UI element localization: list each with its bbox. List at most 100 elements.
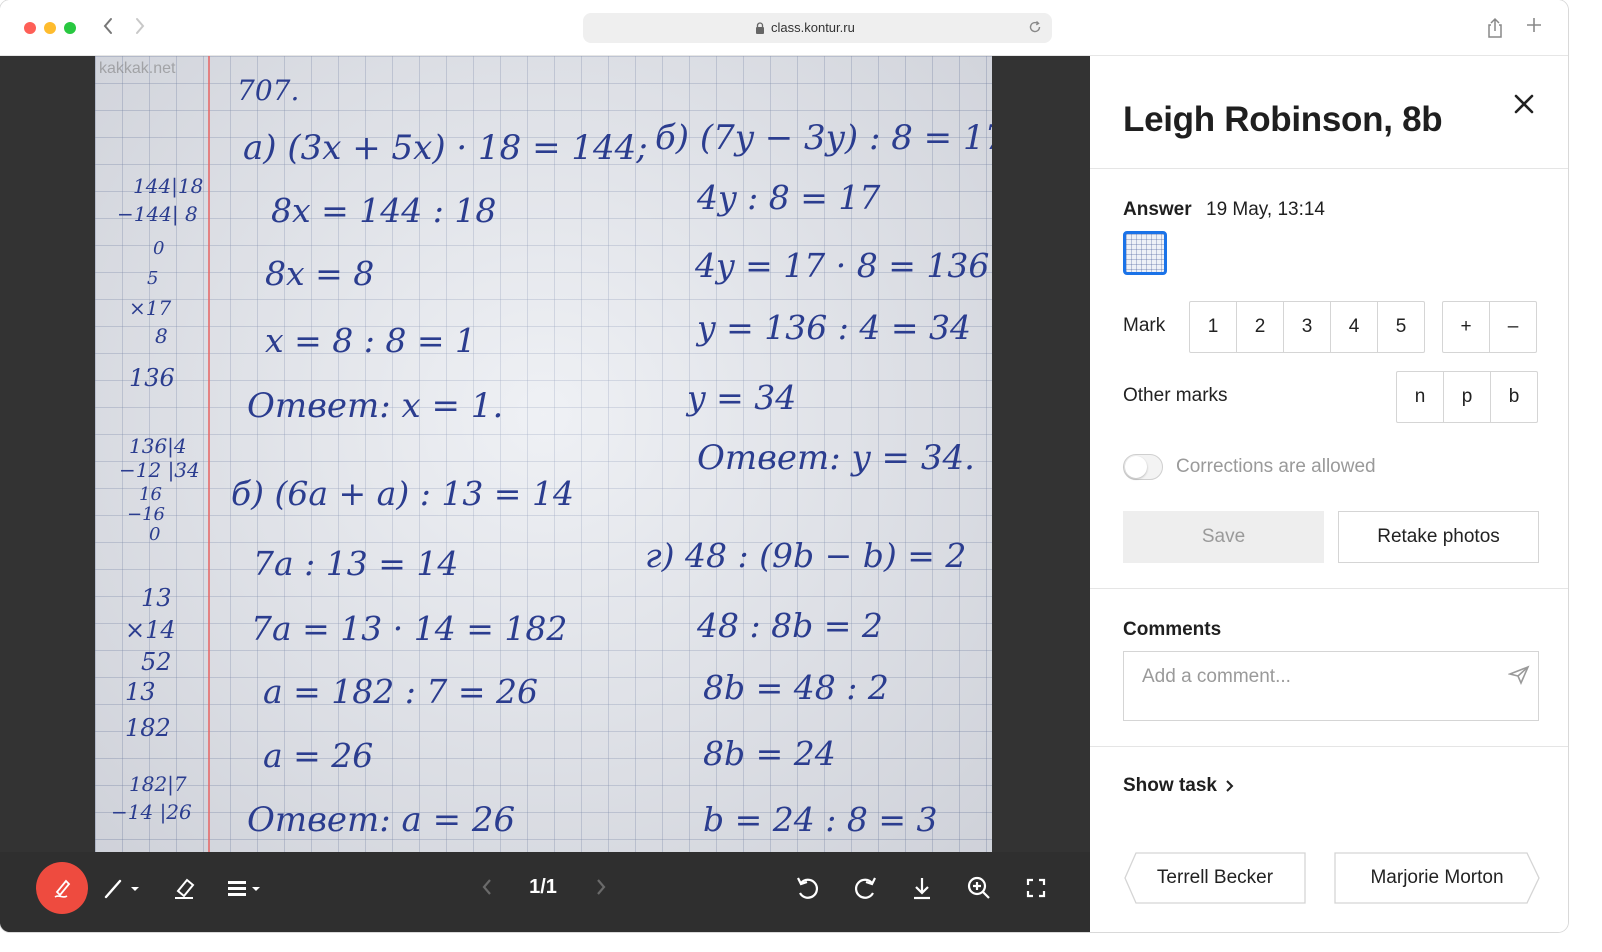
comment-input[interactable] bbox=[1123, 651, 1539, 721]
share-icon[interactable] bbox=[1484, 16, 1506, 40]
handwritten-line: ×17 bbox=[129, 296, 172, 320]
other-mark-n-button[interactable]: n bbox=[1396, 371, 1444, 423]
plus-button[interactable]: + bbox=[1442, 301, 1490, 353]
handwritten-line: −14 |26 bbox=[111, 800, 192, 824]
handwritten-line: −12 |34 bbox=[119, 458, 200, 482]
viewer-toolbar: 1/1 bbox=[0, 852, 1090, 932]
rotate-left-button[interactable] bbox=[790, 870, 826, 906]
show-task-label: Show task bbox=[1123, 775, 1217, 796]
handwritten-line: a) (3x + 5x) · 18 = 144; bbox=[243, 128, 648, 168]
handwritten-line: y = 136 : 4 = 34 bbox=[697, 308, 971, 347]
handwritten-line: 13 bbox=[125, 678, 156, 706]
show-task-link[interactable]: Show task bbox=[1123, 775, 1235, 797]
eraser-tool-button[interactable] bbox=[166, 870, 202, 906]
download-icon bbox=[914, 878, 930, 900]
grading-panel: Leigh Robinson, 8b Answer 19 May, 13:14 … bbox=[1090, 56, 1568, 932]
handwritten-line: 5 bbox=[147, 268, 159, 289]
other-mark-buttons: n p b bbox=[1396, 371, 1538, 423]
prev-student-name: Terrell Becker bbox=[1156, 867, 1274, 888]
close-panel-button[interactable] bbox=[1510, 90, 1538, 118]
mark-buttons: 1 2 3 4 5 bbox=[1189, 301, 1425, 353]
next-page-button[interactable] bbox=[588, 872, 614, 902]
answer-label: Answer bbox=[1123, 199, 1192, 220]
handwritten-line: 8b = 24 bbox=[703, 734, 836, 773]
back-arrow-icon[interactable] bbox=[98, 16, 118, 40]
eraser-icon bbox=[175, 878, 195, 899]
minus-button[interactable]: – bbox=[1489, 301, 1537, 353]
handwritten-line: −16 bbox=[127, 504, 165, 525]
address-bar[interactable]: class.kontur.ru bbox=[583, 13, 1052, 43]
line-tool-button[interactable] bbox=[100, 870, 146, 906]
handwritten-line: 8x = 144 : 18 bbox=[271, 191, 497, 230]
handwritten-line: Ответ: x = 1. bbox=[247, 386, 504, 426]
answer-date: 19 May, 13:14 bbox=[1206, 199, 1326, 220]
next-student-button[interactable]: Marjorie Morton bbox=[1334, 852, 1540, 904]
comments-title: Comments bbox=[1123, 619, 1222, 640]
handwritten-line: 8x = 8 bbox=[265, 254, 375, 293]
mark-button-2[interactable]: 2 bbox=[1236, 301, 1284, 353]
close-window-button[interactable] bbox=[24, 22, 36, 34]
handwritten-line: 8 bbox=[155, 324, 168, 348]
zoom-in-icon bbox=[967, 876, 990, 899]
fullscreen-icon bbox=[1026, 878, 1046, 898]
chevron-right-icon bbox=[597, 879, 606, 895]
rotate-right-button[interactable] bbox=[847, 870, 883, 906]
handwritten-line: y = 34 bbox=[687, 378, 797, 417]
browser-toolbar: class.kontur.ru bbox=[0, 0, 1568, 56]
handwritten-line: 136 bbox=[129, 364, 175, 392]
close-icon bbox=[1514, 94, 1534, 114]
pen-tool-button[interactable] bbox=[36, 862, 88, 914]
reload-icon[interactable] bbox=[1026, 18, 1044, 36]
prev-page-button[interactable] bbox=[474, 872, 500, 902]
answer-photo-thumbnail[interactable] bbox=[1123, 231, 1167, 275]
zoom-in-button[interactable] bbox=[961, 870, 997, 906]
handwritten-line: б) (6a + a) : 13 = 14 bbox=[231, 474, 574, 513]
handwritten-line: −144| 8 bbox=[117, 202, 198, 226]
send-icon[interactable] bbox=[1508, 665, 1530, 685]
handwritten-line: 8b = 48 : 2 bbox=[703, 668, 889, 707]
handwritten-line: 182 bbox=[125, 714, 171, 742]
mark-button-5[interactable]: 5 bbox=[1377, 301, 1425, 353]
page-indicator: 1/1 bbox=[529, 875, 557, 898]
handwritten-line: x = 8 : 8 = 1 bbox=[265, 321, 476, 360]
line-width-button[interactable] bbox=[222, 870, 268, 906]
handwritten-line: ×14 bbox=[125, 616, 176, 644]
forward-arrow-icon[interactable] bbox=[130, 16, 150, 40]
handwritten-line: 13 bbox=[141, 584, 172, 612]
other-marks-label: Other marks bbox=[1123, 385, 1228, 406]
mark-modifier-buttons: + – bbox=[1442, 301, 1537, 353]
handwritten-line: б) (7y − 3y) : 8 = 17 bbox=[655, 118, 992, 158]
browser-window: class.kontur.ru kakkak.net 707. a) (3x + … bbox=[0, 0, 1568, 932]
handwritten-line: 7a : 13 = 14 bbox=[253, 544, 459, 583]
handwritten-line: 4y : 8 = 17 bbox=[697, 178, 881, 217]
minimize-window-button[interactable] bbox=[44, 22, 56, 34]
retake-photos-button[interactable]: Retake photos bbox=[1338, 511, 1539, 563]
handwritten-line: 52 bbox=[141, 648, 172, 676]
homework-photo[interactable]: kakkak.net 707. a) (3x + 5x) · 18 = 144; 8… bbox=[95, 56, 992, 852]
new-tab-icon[interactable] bbox=[1522, 16, 1546, 40]
corrections-toggle[interactable] bbox=[1123, 454, 1163, 480]
handwritten-line: Ответ: a = 26 bbox=[247, 800, 516, 840]
mark-button-4[interactable]: 4 bbox=[1330, 301, 1378, 353]
fullscreen-button[interactable] bbox=[1018, 870, 1054, 906]
lock-icon bbox=[756, 22, 764, 34]
prev-student-button[interactable]: Terrell Becker bbox=[1124, 852, 1306, 904]
corrections-label: Corrections are allowed bbox=[1176, 456, 1376, 477]
url-text: class.kontur.ru bbox=[771, 20, 855, 35]
chevron-left-icon bbox=[482, 879, 491, 895]
handwritten-line: 144|18 bbox=[133, 174, 204, 198]
zoom-window-button[interactable] bbox=[64, 22, 76, 34]
line-width-icon bbox=[228, 881, 260, 896]
other-mark-b-button[interactable]: b bbox=[1490, 371, 1538, 423]
handwritten-line: b = 24 : 8 = 3 bbox=[703, 800, 938, 839]
other-mark-p-button[interactable]: p bbox=[1443, 371, 1491, 423]
handwritten-line: 136|4 bbox=[129, 434, 187, 458]
handwritten-line: 7a = 13 · 14 = 182 bbox=[251, 609, 568, 648]
mark-button-3[interactable]: 3 bbox=[1283, 301, 1331, 353]
handwritten-line: Ответ: y = 34. bbox=[697, 438, 975, 478]
handwritten-line: a = 182 : 7 = 26 bbox=[263, 672, 539, 711]
download-button[interactable] bbox=[904, 870, 940, 906]
save-button[interactable]: Save bbox=[1123, 511, 1324, 563]
mark-button-1[interactable]: 1 bbox=[1189, 301, 1237, 353]
photo-watermark: kakkak.net bbox=[99, 60, 176, 77]
